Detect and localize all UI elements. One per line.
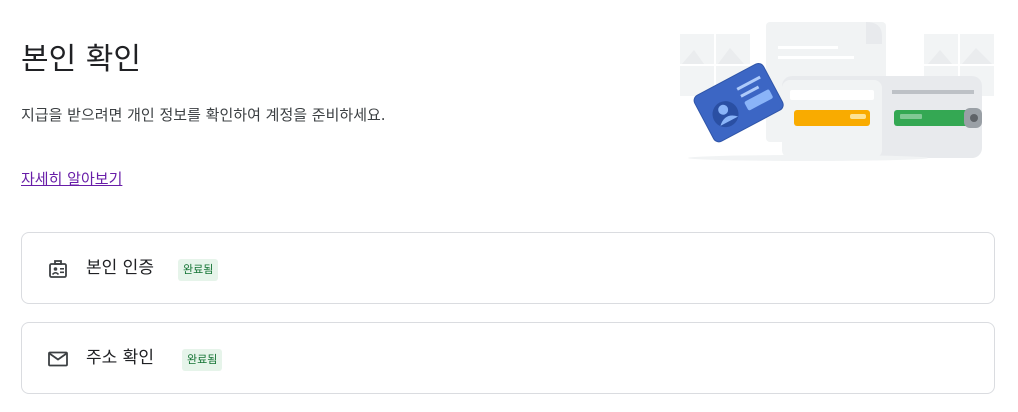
status-badge: 완료됨 bbox=[182, 349, 223, 371]
learn-more-link[interactable]: 자세히 알아보기 bbox=[21, 167, 122, 191]
status-badge: 완료됨 bbox=[178, 259, 219, 281]
page-description: 지급을 받으려면 개인 정보를 확인하여 계정을 준비하세요. bbox=[21, 106, 386, 124]
address-verification-label: 주소 확인 bbox=[86, 348, 154, 368]
mail-icon bbox=[46, 347, 70, 371]
wallet-id-card-illustration bbox=[678, 20, 996, 162]
identity-verification-label: 본인 인증 bbox=[86, 258, 154, 278]
wallet bbox=[782, 76, 982, 158]
address-verification-card[interactable]: 주소 확인 완료됨 bbox=[21, 322, 995, 394]
page-title: 본인 확인 bbox=[21, 42, 141, 77]
id-badge-icon bbox=[46, 257, 70, 281]
identity-verification-card[interactable]: 본인 인증 완료됨 bbox=[21, 232, 995, 304]
